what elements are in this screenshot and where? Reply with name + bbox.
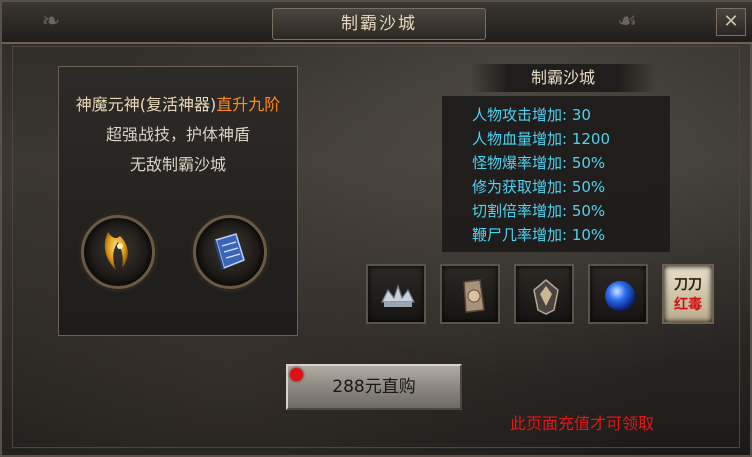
stat-value: 30 — [571, 106, 591, 124]
golden-blade-icon — [104, 232, 128, 270]
notification-dot — [290, 368, 303, 381]
stats-title: 制霸沙城 — [470, 64, 656, 92]
close-button[interactable]: ✕ — [716, 8, 746, 36]
reward-slot-token[interactable] — [440, 264, 500, 324]
stat-row: 切割倍率增加: 50% — [472, 200, 605, 221]
blue-orb-icon — [605, 281, 635, 311]
orb-golden-blade[interactable] — [81, 215, 155, 289]
window-title: 制霸沙城 — [272, 8, 486, 40]
dragon-ornament-icon: ☙ — [617, 9, 637, 34]
stat-label: 人物血量增加: — [472, 130, 568, 148]
reward-slot-orb[interactable] — [588, 264, 648, 324]
promo-title-highlight: 直升九阶 — [216, 95, 281, 114]
stat-row: 怪物爆率增加: 50% — [472, 152, 605, 173]
stat-value: 50% — [571, 202, 606, 220]
stat-label: 修为获取增加: — [472, 178, 568, 196]
promo-line-3: 无敌制霸沙城 — [129, 155, 226, 174]
blue-book-icon — [214, 233, 245, 270]
stat-value: 10% — [571, 226, 606, 244]
promo-title: 神魔元神(复活神器)直升九阶 — [59, 91, 297, 115]
stat-label: 人物攻击增加: — [472, 106, 568, 124]
stat-value: 50% — [571, 178, 606, 196]
reward-slot-crown[interactable] — [366, 264, 426, 324]
orb-blue-book[interactable] — [193, 215, 267, 289]
stat-label: 切割倍率增加: — [472, 202, 568, 220]
promo-line-2: 超强战技，护体神盾 — [105, 125, 250, 144]
reward-slot-badge[interactable]: 刀刀 红毒 — [662, 264, 714, 324]
dragon-ornament-icon: ❧ — [41, 9, 61, 34]
bronze-token-icon — [463, 279, 485, 313]
silver-crown-icon — [381, 284, 415, 307]
stats-panel: 人物攻击增加: 30 人物血量增加: 1200 怪物爆率增加: 50% 修为获取… — [442, 96, 670, 252]
badge-line-2: 红毒 — [674, 297, 702, 313]
title-bar: ❧ 制霸沙城 ☙ ✕ — [2, 2, 752, 44]
stat-value: 1200 — [571, 130, 611, 148]
stat-row: 人物血量增加: 1200 — [472, 128, 610, 149]
stat-row: 人物攻击增加: 30 — [472, 104, 591, 125]
promo-title-prefix: 神魔元神(复活神器) — [75, 95, 217, 114]
stat-row: 鞭尸几率增加: 10% — [472, 224, 605, 245]
stat-label: 怪物爆率增加: — [472, 154, 568, 172]
buy-button[interactable]: 288元直购 — [286, 364, 462, 410]
reward-slot-crest[interactable] — [514, 264, 574, 324]
stat-label: 鞭尸几率增加: — [472, 226, 568, 244]
stat-row: 修为获取增加: 50% — [472, 176, 605, 197]
recharge-notice: 此页面充值才可领取 — [510, 414, 655, 433]
close-icon: ✕ — [723, 11, 739, 32]
dark-crest-icon — [533, 279, 559, 315]
badge-line-1: 刀刀 — [674, 277, 702, 293]
promo-panel: 神魔元神(复活神器)直升九阶 超强战技，护体神盾 无敌制霸沙城 — [58, 66, 298, 336]
stat-value: 50% — [571, 154, 606, 172]
